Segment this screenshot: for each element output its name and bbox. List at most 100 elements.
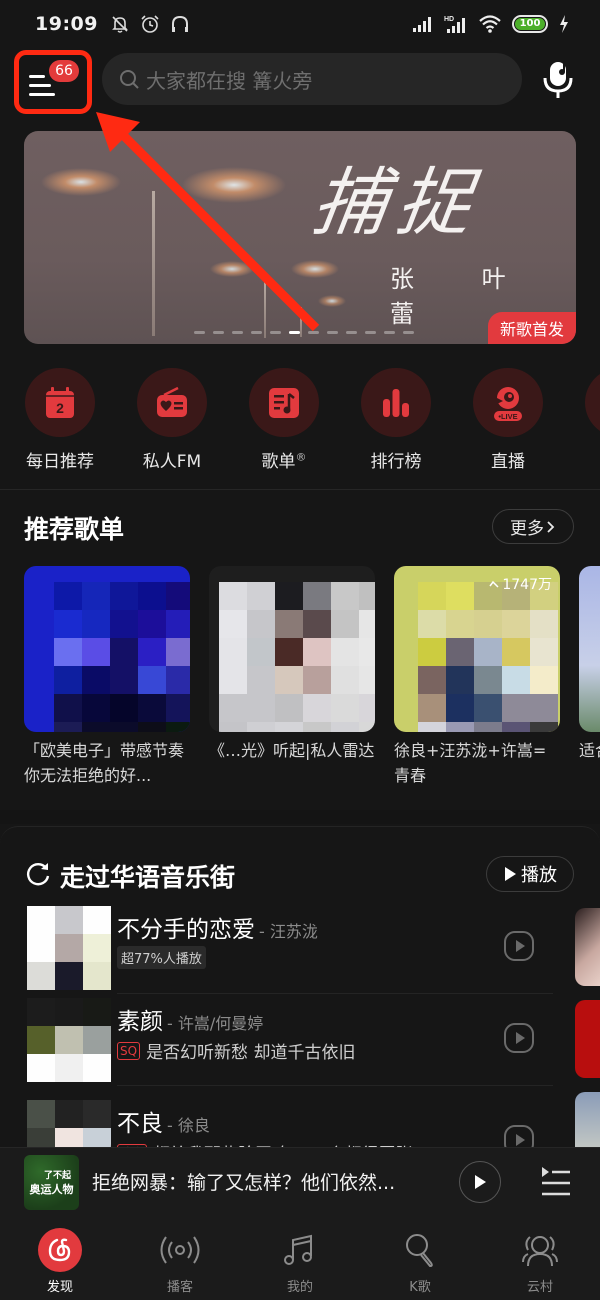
headphones-icon	[171, 15, 188, 32]
quick-playlist[interactable]: 歌单®	[248, 368, 320, 472]
song-cover	[27, 906, 111, 990]
song-row[interactable]: 素颜 - 许嵩/何曼婷 SQ 是否幻听新愁 却道千古依旧	[27, 998, 557, 1082]
banner-dot[interactable]	[213, 331, 224, 334]
playlist-cover	[209, 566, 375, 732]
netease-logo-icon	[48, 1238, 71, 1262]
banner-carousel[interactable]: 捕捉 张 叶 蕾 新歌首发	[24, 131, 576, 344]
battery-level: 100	[515, 18, 545, 30]
quick-daily-recommend[interactable]: 2 每日推荐	[24, 368, 96, 472]
top-bar: 66 大家都在搜 篝火旁	[0, 50, 600, 114]
playlist-cover	[24, 566, 190, 732]
divider	[0, 489, 600, 490]
next-page-thumbnail[interactable]	[575, 908, 600, 986]
banner-dot[interactable]	[232, 331, 243, 334]
playlist-cover	[579, 566, 600, 732]
tab-discover[interactable]: 发现	[0, 1215, 120, 1300]
banner-dot[interactable]	[327, 331, 338, 334]
search-icon	[120, 70, 139, 89]
quick-actions: 2 每日推荐 私人FM 歌单® 排行榜 •LIVE 直播 数字	[0, 368, 600, 472]
quick-charts[interactable]: 排行榜	[360, 368, 432, 472]
banner-dot[interactable]	[403, 331, 414, 334]
playlist-card[interactable]: 「欧美电子」带感节奏你无法拒绝的好...	[24, 566, 190, 796]
song-play-icon[interactable]	[503, 930, 535, 962]
tab-podcast[interactable]: 播客	[120, 1215, 240, 1300]
banner-tag: 新歌首发	[488, 312, 576, 344]
mini-player[interactable]: 了不起 奥运人物 拒绝网暴：输了又怎样？他们依然...	[0, 1147, 600, 1215]
chart-bars-icon	[383, 388, 409, 417]
play-all-button[interactable]: 播放	[486, 856, 574, 892]
mini-player-cover: 了不起 奥运人物	[24, 1155, 79, 1210]
tab-label: 播客	[166, 1280, 193, 1295]
quick-label: 歌单®	[261, 450, 307, 472]
mini-player-play-button[interactable]	[459, 1161, 501, 1203]
banner-dot[interactable]	[365, 331, 376, 334]
banner-title: 捕捉	[307, 160, 488, 246]
banner-dot[interactable]	[270, 331, 281, 334]
section-gap	[0, 810, 600, 824]
svg-text:2: 2	[56, 400, 64, 416]
tab-mine[interactable]: 我的	[240, 1215, 360, 1300]
playlist-card[interactable]: 1747万 徐良+汪苏泷+许嵩=青春	[394, 566, 560, 796]
menu-button[interactable]: 66	[14, 50, 92, 114]
next-page-thumbnail[interactable]	[575, 1000, 600, 1078]
song-subtitle: SQ 是否幻听新愁 却道千古依旧	[117, 1038, 355, 1063]
banner-dot[interactable]	[384, 331, 395, 334]
search-placeholder: 大家都在搜 篝火旁	[146, 68, 313, 93]
refresh-icon[interactable]	[24, 860, 52, 888]
more-label: 更多	[510, 519, 544, 539]
hd-signal-icon: HD	[444, 16, 465, 33]
banner-dot-active[interactable]	[289, 331, 300, 334]
quick-label: 排行榜	[370, 452, 422, 472]
status-bar: 19:09 HD 100	[0, 0, 600, 48]
quick-live[interactable]: •LIVE 直播	[472, 368, 544, 472]
tab-label: K歌	[409, 1280, 431, 1295]
popularity-badge: 超77%人播放	[117, 946, 206, 969]
song-artist: - 许嵩/何曼婷	[167, 1014, 264, 1033]
play-count: 1747万	[489, 574, 552, 594]
song-play-icon[interactable]	[503, 1022, 535, 1054]
quick-label: 私人FM	[142, 452, 202, 472]
mute-icon	[112, 16, 128, 33]
playlist-cover: 1747万	[394, 566, 560, 732]
tab-label: 我的	[286, 1280, 313, 1295]
quick-digital-album[interactable]: 数字	[584, 368, 600, 472]
playlist-title: 《…光》听起|私人雷达	[209, 741, 375, 760]
calendar-icon: 2	[46, 386, 74, 418]
banner-dot[interactable]	[194, 331, 205, 334]
divider	[117, 993, 553, 994]
alarm-icon	[141, 15, 159, 33]
live-icon: •LIVE	[494, 386, 522, 421]
banner-dot[interactable]	[251, 331, 262, 334]
song-row[interactable]: 不分手的恋爱 - 汪苏泷 超77%人播放	[27, 906, 557, 990]
playlist-card[interactable]: 适合	[579, 566, 600, 796]
community-icon	[522, 1236, 558, 1267]
playlist-icon	[269, 387, 299, 418]
mic-music-icon[interactable]	[540, 58, 580, 100]
svg-text:HD: HD	[444, 16, 454, 23]
tab-community[interactable]: 云村	[480, 1215, 600, 1300]
song-artist: - 汪苏泷	[259, 922, 318, 941]
divider	[117, 1085, 553, 1086]
tab-label: 发现	[46, 1280, 73, 1295]
quick-label: 直播	[491, 452, 525, 472]
tab-label: 云村	[526, 1280, 553, 1295]
podcast-icon	[160, 1236, 200, 1264]
banner-page-indicator	[194, 331, 414, 334]
banner-dot[interactable]	[308, 331, 319, 334]
search-input[interactable]: 大家都在搜 篝火旁	[102, 53, 522, 105]
playlist-title: 徐良+汪苏泷+许嵩=青春	[394, 741, 547, 785]
karaoke-mic-icon	[406, 1234, 433, 1268]
status-time: 19:09	[35, 13, 98, 35]
more-button[interactable]: 更多	[492, 509, 574, 544]
play-icon	[505, 867, 516, 881]
battery-icon: 100	[512, 15, 548, 33]
playlist-queue-icon[interactable]	[541, 1165, 571, 1199]
quick-private-fm[interactable]: 私人FM	[136, 368, 208, 472]
song-subtitle: 超77%人播放	[117, 946, 206, 969]
tab-karaoke[interactable]: K歌	[360, 1215, 480, 1300]
playlist-card[interactable]: 《…光》听起|私人雷达	[209, 566, 375, 796]
playlist-title: 适合	[579, 741, 600, 760]
section-title-songs: 走过华语音乐街	[60, 863, 236, 892]
play-count-icon	[489, 580, 499, 588]
banner-dot[interactable]	[346, 331, 357, 334]
